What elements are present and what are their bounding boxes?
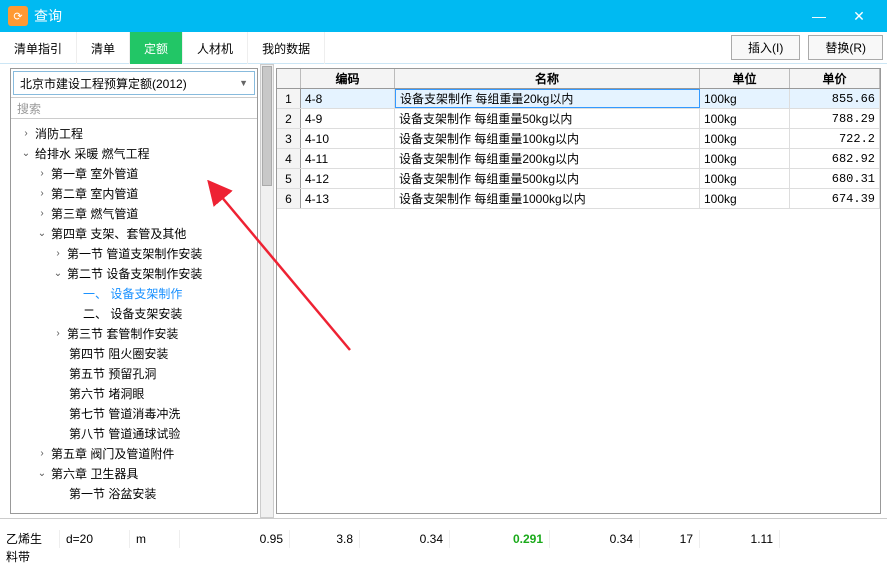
chevron-right-icon[interactable]: › xyxy=(35,448,49,459)
table-row[interactable]: 5 4-12 设备支架制作 每组重量500kg以内 100kg 680.31 xyxy=(277,169,880,189)
tree-node[interactable]: ⌄给排水 采暖 燃气工程 xyxy=(13,143,255,163)
quota-dropdown[interactable]: 北京市建设工程预算定额(2012) ▼ xyxy=(13,71,255,95)
tree-node[interactable]: ›第一节 管道支架制作安装 xyxy=(13,243,255,263)
tree-node[interactable]: 二、 设备支架安装 xyxy=(13,303,255,323)
chevron-right-icon[interactable]: › xyxy=(51,248,65,259)
tree-node-selected[interactable]: 一、 设备支架制作 xyxy=(13,283,255,303)
titlebar: ⟳ 查询 — ✕ xyxy=(0,0,887,32)
chevron-right-icon[interactable]: › xyxy=(51,328,65,339)
header-num xyxy=(277,69,301,88)
tree-node[interactable]: 第八节 管道通球试验 xyxy=(13,423,255,443)
chevron-right-icon[interactable]: › xyxy=(35,188,49,199)
table-row[interactable]: 2 4-9 设备支架制作 每组重量50kg以内 100kg 788.29 xyxy=(277,109,880,129)
table-row[interactable]: 6 4-13 设备支架制作 每组重量1000kg以内 100kg 674.39 xyxy=(277,189,880,209)
tree-node[interactable]: 第四节 阻火圈安装 xyxy=(13,343,255,363)
tab-list-guide[interactable]: 清单指引 xyxy=(0,32,77,64)
tree-node[interactable]: ⌄第六章 卫生器具 xyxy=(13,463,255,483)
chevron-down-icon: ▼ xyxy=(239,78,248,88)
table-row[interactable]: 1 4-8 设备支架制作 每组重量20kg以内 100kg 855.66 xyxy=(277,89,880,109)
window-title: 查询 xyxy=(34,6,799,26)
header-code[interactable]: 编码 xyxy=(301,69,395,88)
replace-button[interactable]: 替换(R) xyxy=(808,35,883,60)
app-icon: ⟳ xyxy=(8,6,28,26)
tree-node[interactable]: ›第一章 室外管道 xyxy=(13,163,255,183)
chevron-down-icon[interactable]: ⌄ xyxy=(35,228,49,239)
insert-button[interactable]: 插入(I) xyxy=(731,35,800,60)
left-scrollbar[interactable] xyxy=(260,64,274,518)
grid-header: 编码 名称 单位 单价 xyxy=(277,69,880,89)
result-grid: 编码 名称 单位 单价 1 4-8 设备支架制作 每组重量20kg以内 100k… xyxy=(276,68,881,514)
bottom-row: 乙烯生料带 d=20 m 0.95 3.8 0.34 0.291 0.34 17… xyxy=(0,518,887,558)
table-row[interactable]: 3 4-10 设备支架制作 每组重量100kg以内 100kg 722.2 xyxy=(277,129,880,149)
left-panel: 北京市建设工程预算定额(2012) ▼ 搜索 ›消防工程 ⌄给排水 采暖 燃气工… xyxy=(10,68,258,514)
tree-node[interactable]: 第七节 管道消毒冲洗 xyxy=(13,403,255,423)
tree-node[interactable]: 第六节 堵洞眼 xyxy=(13,383,255,403)
tree-node[interactable]: ›第五章 阀门及管道附件 xyxy=(13,443,255,463)
tree-node[interactable]: ›消防工程 xyxy=(13,123,255,143)
dropdown-value: 北京市建设工程预算定额(2012) xyxy=(20,75,239,92)
table-row[interactable]: 4 4-11 设备支架制作 每组重量200kg以内 100kg 682.92 xyxy=(277,149,880,169)
chevron-down-icon[interactable]: ⌄ xyxy=(19,148,33,159)
chevron-down-icon[interactable]: ⌄ xyxy=(35,468,49,479)
header-name[interactable]: 名称 xyxy=(395,69,700,88)
tree-node[interactable]: 第一节 浴盆安装 xyxy=(13,483,255,503)
chevron-right-icon[interactable]: › xyxy=(19,128,33,139)
tree[interactable]: ›消防工程 ⌄给排水 采暖 燃气工程 ›第一章 室外管道 ›第二章 室内管道 ›… xyxy=(11,119,257,513)
tree-node[interactable]: ›第三节 套管制作安装 xyxy=(13,323,255,343)
chevron-right-icon[interactable]: › xyxy=(35,168,49,179)
header-unit[interactable]: 单位 xyxy=(700,69,790,88)
tab-list[interactable]: 清单 xyxy=(77,32,130,64)
tab-resource[interactable]: 人材机 xyxy=(183,32,248,64)
toolbar: 清单指引 清单 定额 人材机 我的数据 插入(I) 替换(R) xyxy=(0,32,887,64)
close-button[interactable]: ✕ xyxy=(839,2,879,30)
tree-node[interactable]: ⌄第四章 支架、套管及其他 xyxy=(13,223,255,243)
chevron-down-icon[interactable]: ⌄ xyxy=(51,268,65,279)
tree-node[interactable]: 第五节 预留孔洞 xyxy=(13,363,255,383)
minimize-button[interactable]: — xyxy=(799,2,839,30)
tree-node[interactable]: ⌄第二节 设备支架制作安装 xyxy=(13,263,255,283)
chevron-right-icon[interactable]: › xyxy=(35,208,49,219)
tab-mydata[interactable]: 我的数据 xyxy=(248,32,325,64)
tree-node[interactable]: ›第二章 室内管道 xyxy=(13,183,255,203)
tab-quota[interactable]: 定额 xyxy=(130,32,183,64)
search-input[interactable]: 搜索 xyxy=(11,97,257,119)
header-price[interactable]: 单价 xyxy=(790,69,880,88)
tree-node[interactable]: ›第三章 燃气管道 xyxy=(13,203,255,223)
